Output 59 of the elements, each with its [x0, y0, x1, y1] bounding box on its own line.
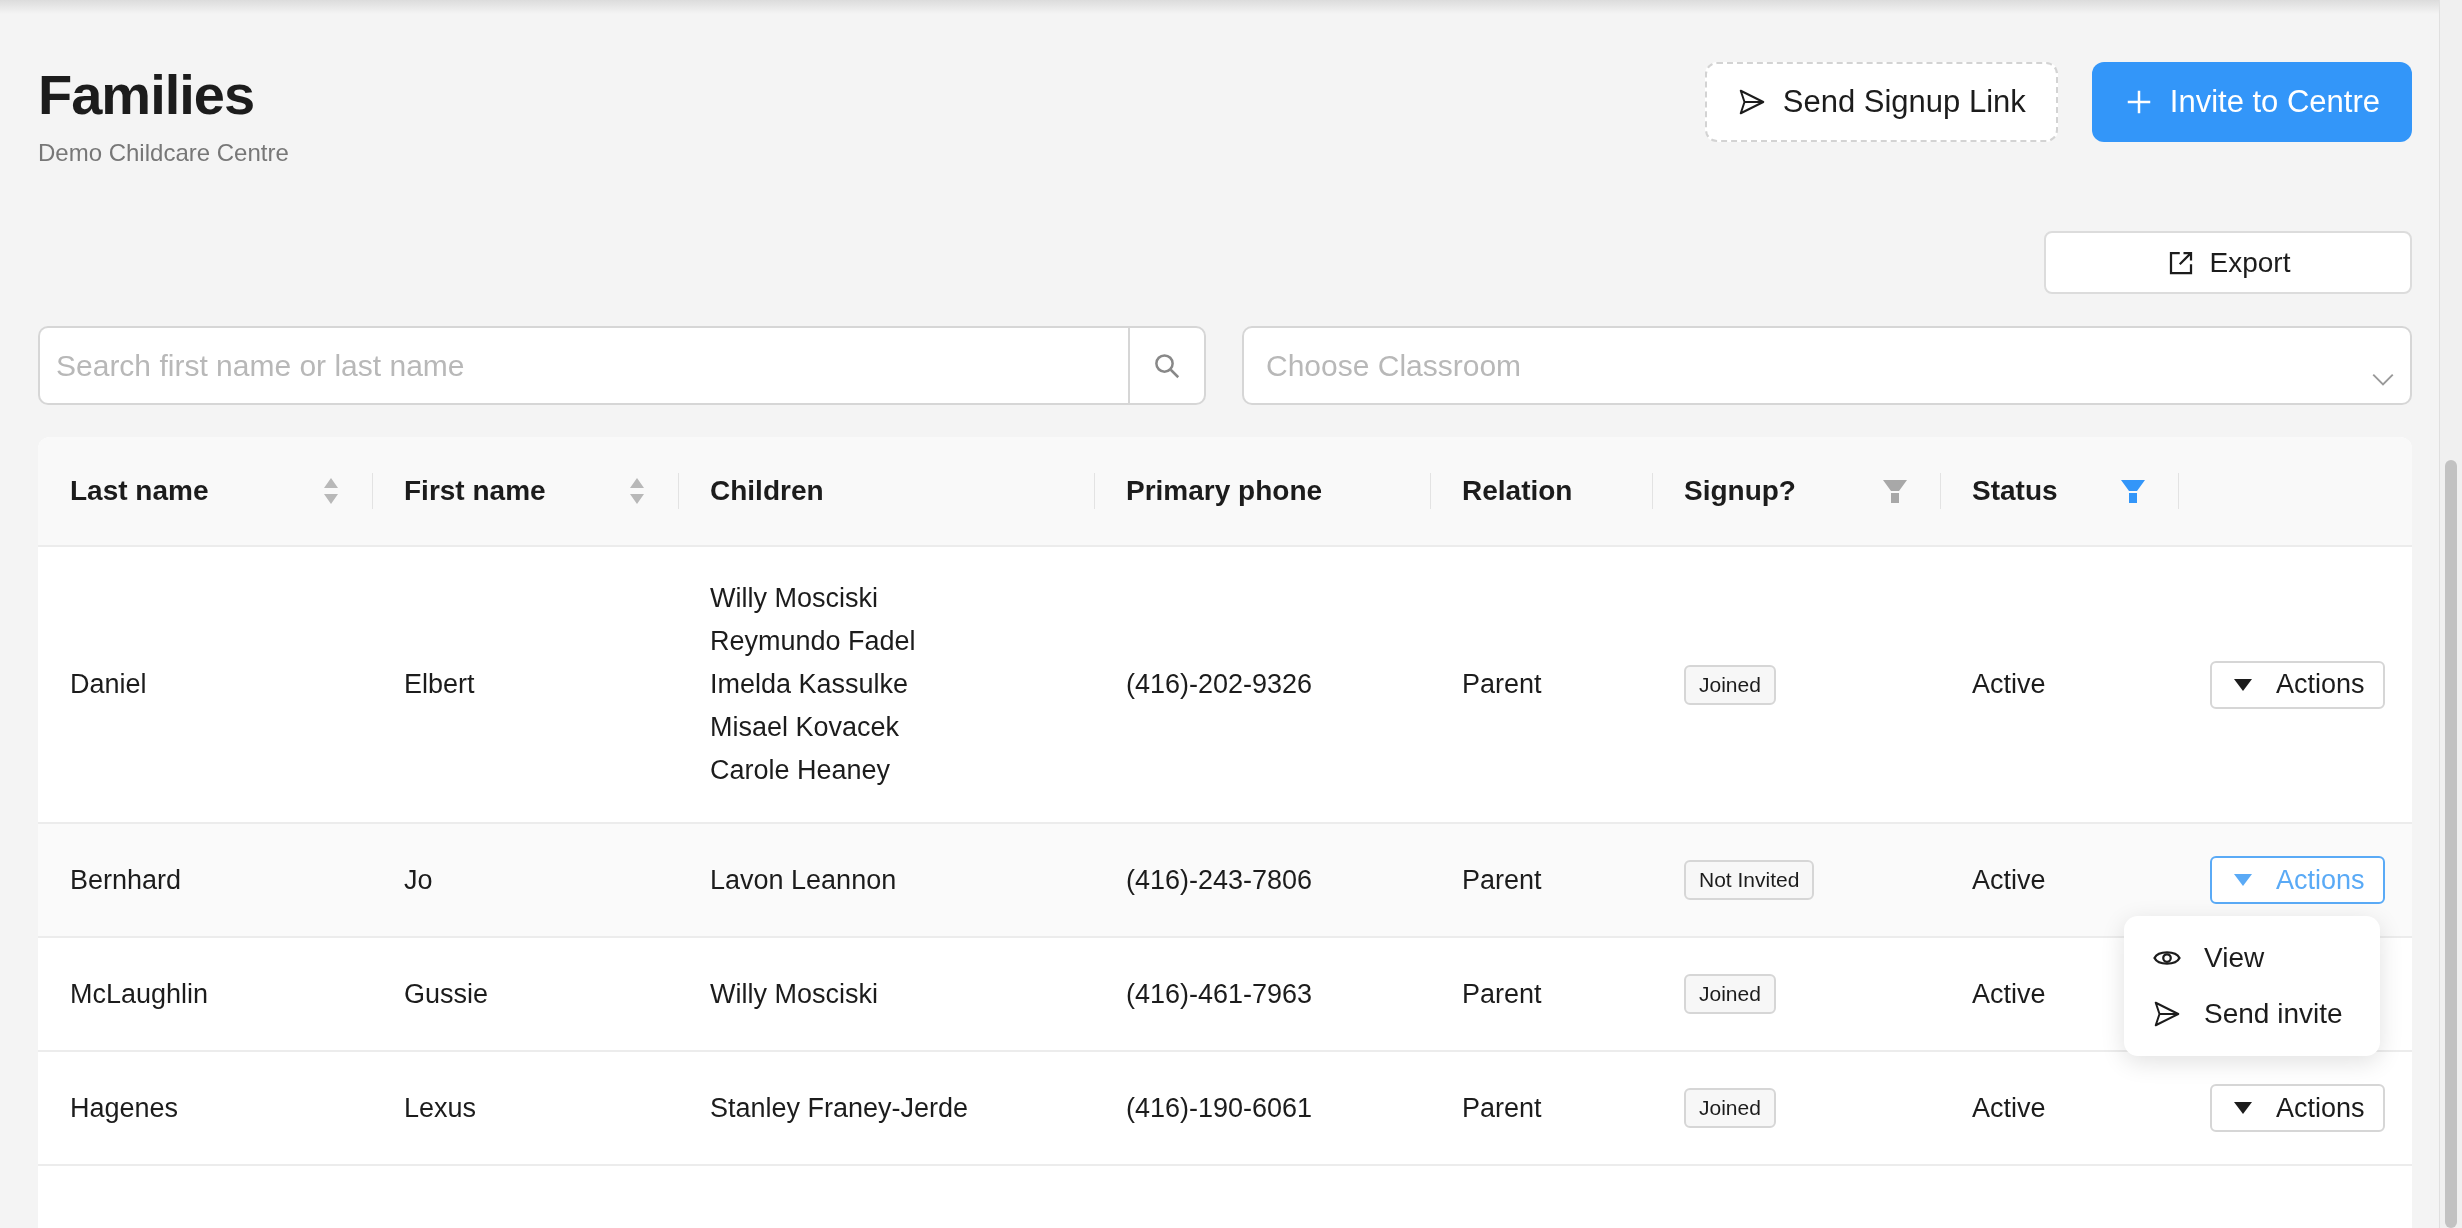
table-cell: Active — [1972, 1092, 2046, 1124]
table-cell: Parent — [1462, 669, 1542, 700]
column-header: Signup? — [1684, 475, 1796, 507]
child-name: Carole Heaney — [710, 755, 891, 786]
table-cell: Parent — [1462, 864, 1542, 896]
table-row[interactable]: Bernhard Jo Lavon Leannon (416)-243-7806 Parent Not Invited Active Actions — [38, 824, 2412, 938]
page-title: Families — [38, 62, 256, 127]
actions-button[interactable]: Actions — [2210, 660, 2385, 709]
column-header: Status — [1972, 475, 2058, 507]
search-button[interactable] — [1128, 326, 1206, 405]
child-name: Imelda Kassulke — [710, 669, 909, 700]
table-cell: Bernhard — [70, 864, 182, 896]
child-name: Misael Kovacek — [710, 712, 900, 743]
search-field[interactable]: Search first name or last name — [38, 326, 1128, 405]
send-icon — [2152, 999, 2182, 1029]
scrollbar[interactable] — [2439, 0, 2462, 1228]
filter-icon[interactable] — [1882, 478, 1908, 504]
page-subtitle: Demo Childcare Centre — [38, 139, 289, 167]
column-header: Relation — [1462, 475, 1573, 507]
caret-icon — [2234, 1102, 2252, 1114]
table-cell: Lexus — [404, 1092, 477, 1124]
table-cell: Parent — [1462, 978, 1542, 1010]
table-cell: Elbert — [404, 669, 475, 700]
filter-icon[interactable] — [2120, 478, 2146, 504]
child-name: Lavon Leannon — [710, 864, 897, 896]
column-header: Last name — [70, 475, 209, 507]
table-cell: Active — [1972, 978, 2046, 1010]
signup-tag: Joined — [1684, 974, 1776, 1014]
classroom-select[interactable]: Choose Classroom — [1242, 326, 2412, 405]
caret-icon — [2234, 678, 2252, 691]
signup-tag: Joined — [1684, 1088, 1776, 1128]
column-header: First name — [404, 475, 546, 507]
caret-icon — [2234, 874, 2252, 886]
table-cell: Jo — [404, 864, 433, 896]
signup-tag: Joined — [1684, 664, 1776, 705]
table-cell: (416)-190-6061 — [1126, 1092, 1313, 1124]
menu-item[interactable]: Send invite — [2124, 986, 2380, 1042]
column-header: Primary phone — [1126, 475, 1323, 507]
table-cell: Gussie — [404, 978, 489, 1010]
table-cell: (416)-461-7963 — [1126, 978, 1313, 1010]
child-name: Stanley Franey-Jerde — [710, 1092, 969, 1124]
child-name: Willy Mosciski — [710, 583, 878, 614]
actions-button[interactable]: Actions — [2210, 1084, 2385, 1132]
column-header: Children — [710, 475, 824, 507]
child-name: Willy Mosciski — [710, 978, 878, 1010]
signup-tag: Not Invited — [1684, 860, 1815, 900]
table-cell: (416)-202-9326 — [1126, 669, 1313, 700]
table-cell: Active — [1972, 669, 2046, 700]
table-cell: Active — [1972, 864, 2046, 896]
table-cell: (416)-243-7806 — [1126, 864, 1313, 896]
table-cell: Daniel — [70, 669, 147, 700]
table-cell: Hagenes — [70, 1092, 179, 1124]
send-signup-link-button[interactable]: Send Signup Link — [1704, 62, 2058, 142]
sort-icon[interactable] — [322, 476, 340, 506]
table-cell: Parent — [1462, 1092, 1542, 1124]
table-cell: McLaughlin — [70, 978, 209, 1010]
child-name: Reymundo Fadel — [710, 626, 916, 657]
sort-icon[interactable] — [628, 476, 646, 506]
export-button[interactable]: Export — [2044, 231, 2412, 294]
